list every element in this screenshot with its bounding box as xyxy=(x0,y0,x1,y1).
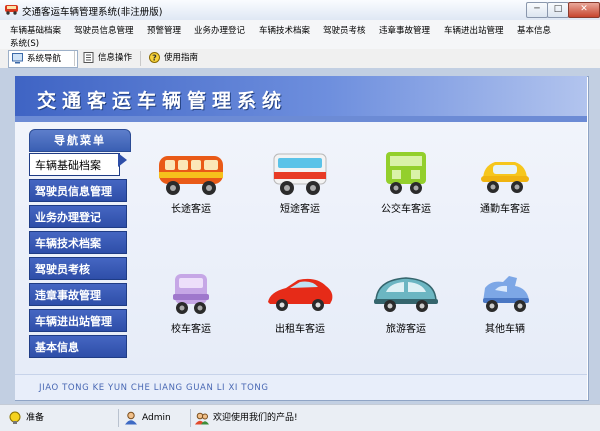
info-ops-button[interactable]: 信息操作 xyxy=(80,50,132,66)
vehicle-school-bus[interactable]: 校车客运 xyxy=(151,270,231,335)
toolbar: 系统导航 信息操作 ? 使用指南 xyxy=(0,49,600,69)
help-icon: ? xyxy=(149,52,160,63)
menu-driver-info[interactable]: 驾驶员信息管理 xyxy=(74,24,134,36)
banner-title: 交通客运车辆管理系统 xyxy=(37,90,288,112)
menu-bar: 车辆基础档案 驾驶员信息管理 预警管理 业务办理登记 车辆技术档案 驾驶员考核 … xyxy=(0,20,600,49)
document-icon xyxy=(83,52,94,63)
svg-text:?: ? xyxy=(152,54,157,63)
vehicle-commuter[interactable]: 通勤车客运 xyxy=(465,150,545,215)
vehicle-long-distance[interactable]: 长途客运 xyxy=(151,150,231,215)
vehicle-label: 长途客运 xyxy=(171,204,211,215)
vehicle-label: 其他车辆 xyxy=(485,324,525,335)
toolbar-separator xyxy=(74,51,75,66)
footer-band: JIAO TONG KE YUN CHE LIANG GUAN LI XI TO… xyxy=(15,374,587,400)
short-distance-bus-icon xyxy=(273,153,327,195)
nav-item-basic-info[interactable]: 基本信息 xyxy=(29,335,127,358)
info-ops-label: 信息操作 xyxy=(98,53,133,63)
user-icon xyxy=(125,411,137,425)
vehicle-label: 旅游客运 xyxy=(386,324,426,335)
status-user-text: Admin xyxy=(142,413,171,423)
vehicle-other[interactable]: 其他车辆 xyxy=(465,270,545,335)
minimize-button[interactable]: ─ xyxy=(526,2,548,18)
nav-item-driver-info[interactable]: 驾驶员信息管理 xyxy=(29,179,127,202)
vehicle-taxi[interactable]: 出租车客运 xyxy=(260,270,340,335)
status-separator xyxy=(118,409,119,427)
status-ready: 准备 xyxy=(6,409,44,427)
vehicle-label: 短途客运 xyxy=(280,204,320,215)
menu-violations[interactable]: 违章事故管理 xyxy=(379,24,430,36)
user-guide-button[interactable]: ? 使用指南 xyxy=(146,50,198,66)
vehicle-public-bus[interactable]: 公交车客运 xyxy=(366,150,446,215)
vehicle-label: 出租车客运 xyxy=(275,324,325,335)
menu-basic-info[interactable]: 基本信息 xyxy=(517,24,551,36)
window-title: 交通客运车辆管理系统(非注册版) xyxy=(22,7,163,18)
public-bus-icon xyxy=(386,152,426,194)
maximize-button[interactable]: □ xyxy=(547,2,569,18)
nav-arrow-icon xyxy=(118,153,127,167)
nav-item-business[interactable]: 业务办理登记 xyxy=(29,205,127,228)
menu-business[interactable]: 业务办理登记 xyxy=(194,24,245,36)
long-distance-bus-icon xyxy=(159,156,223,195)
status-bar: 准备 Admin 欢迎使用我们的产品! xyxy=(0,404,600,431)
system-nav-label: 系统导航 xyxy=(27,54,62,64)
status-welcome-text: 欢迎使用我们的产品! xyxy=(213,413,298,423)
user-guide-label: 使用指南 xyxy=(164,53,199,63)
menu-vehicle-archive[interactable]: 车辆基础档案 xyxy=(10,24,61,36)
vehicle-label: 通勤车客运 xyxy=(480,204,530,215)
app-bus-icon xyxy=(5,5,18,15)
nav-item-violations[interactable]: 违章事故管理 xyxy=(29,283,127,306)
taxi-car-icon xyxy=(268,278,333,311)
menu-tech-archive[interactable]: 车辆技术档案 xyxy=(259,24,310,36)
other-vehicle-icon xyxy=(483,276,529,312)
menu-station[interactable]: 车辆进出站管理 xyxy=(444,24,504,36)
vehicle-tourism[interactable]: 旅游客运 xyxy=(366,270,446,335)
vehicle-short-distance[interactable]: 短途客运 xyxy=(260,150,340,215)
status-welcome: 欢迎使用我们的产品! xyxy=(193,409,298,427)
nav-item-station[interactable]: 车辆进出站管理 xyxy=(29,309,127,332)
status-separator xyxy=(190,409,191,427)
menu-warning[interactable]: 预警管理 xyxy=(147,24,181,36)
system-nav-button[interactable]: 系统导航 xyxy=(8,50,78,68)
pinyin-caption: JIAO TONG KE YUN CHE LIANG GUAN LI XI TO… xyxy=(39,383,269,393)
vehicle-label: 公交车客运 xyxy=(381,204,431,215)
status-ready-text: 准备 xyxy=(26,413,45,423)
monitor-icon xyxy=(12,53,23,64)
close-button[interactable]: ✕ xyxy=(568,2,600,18)
status-user: Admin xyxy=(122,409,171,427)
menu-system[interactable]: 系统(S) xyxy=(10,37,39,49)
nav-item-vehicle-archive[interactable]: 车辆基础档案 xyxy=(29,153,120,176)
nav-item-driver-assessment[interactable]: 驾驶员考核 xyxy=(29,257,127,280)
users-icon xyxy=(195,412,209,425)
lightbulb-icon xyxy=(9,411,21,424)
menu-driver-assessment[interactable]: 驾驶员考核 xyxy=(323,24,366,36)
nav-item-tech-archive[interactable]: 车辆技术档案 xyxy=(29,231,127,254)
school-bus-icon xyxy=(173,274,209,314)
commuter-car-icon xyxy=(481,162,529,193)
nav-menu-header: 导航菜单 xyxy=(29,129,131,152)
banner: 交通客运车辆管理系统 xyxy=(15,76,587,116)
toolbar-separator xyxy=(140,51,141,66)
vehicle-label: 校车客运 xyxy=(171,324,211,335)
title-bar: 交通客运车辆管理系统(非注册版) ─ □ ✕ xyxy=(0,0,600,21)
tourism-car-icon xyxy=(374,277,438,312)
